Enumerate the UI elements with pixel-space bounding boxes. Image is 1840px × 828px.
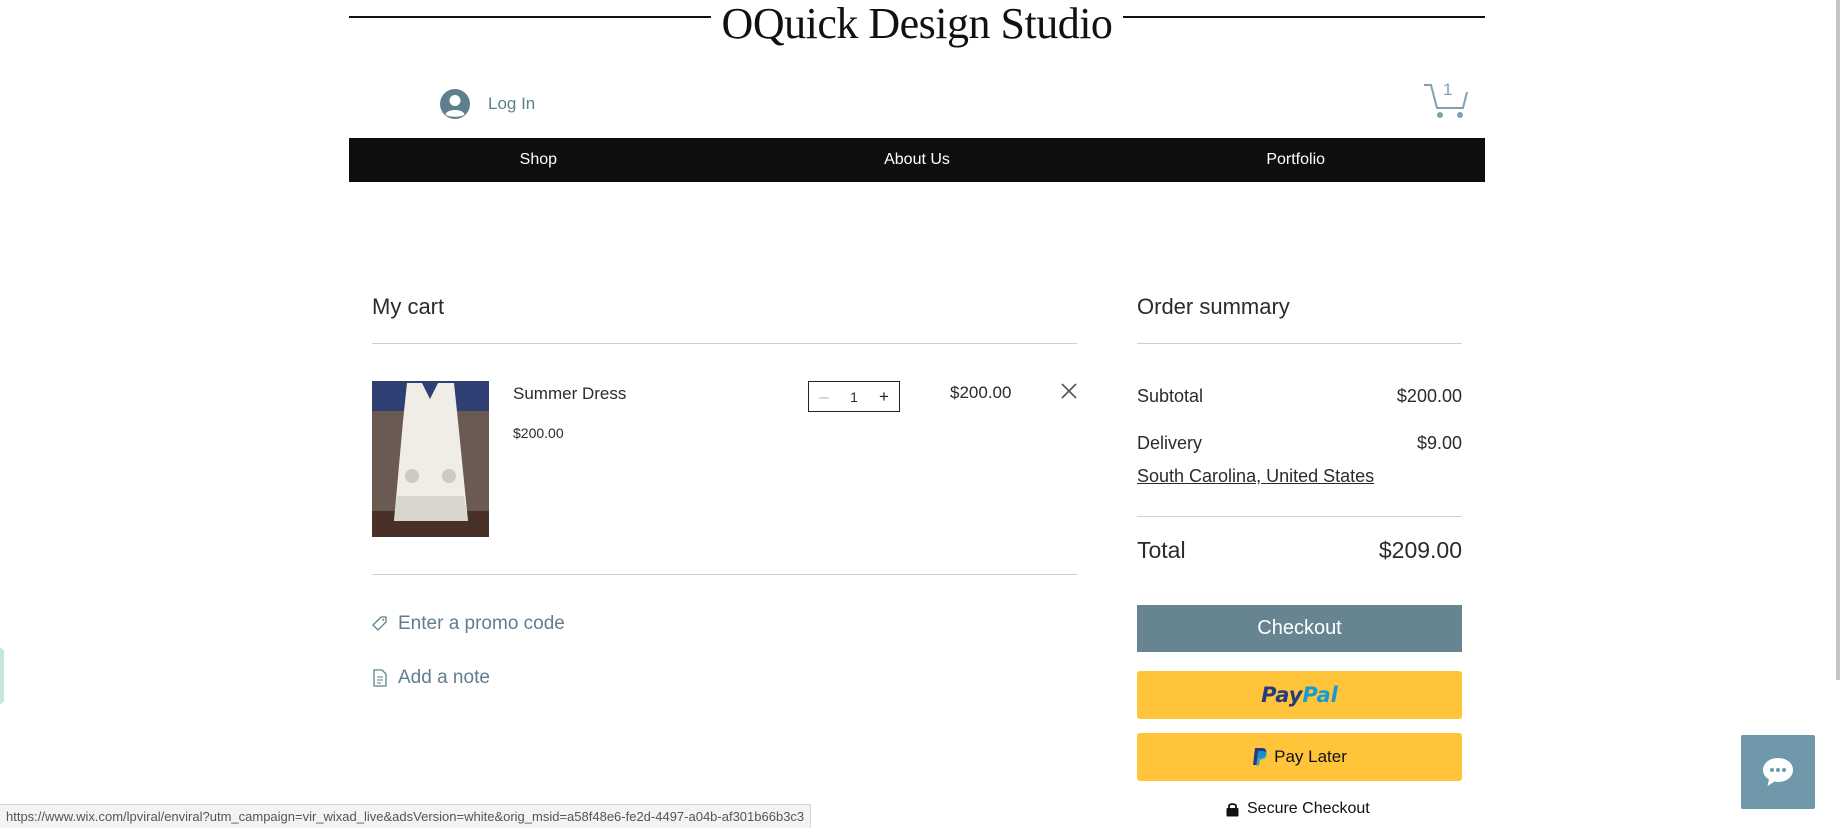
cart-divider-bottom bbox=[372, 574, 1077, 575]
subtotal-value: $200.00 bbox=[1396, 386, 1462, 406]
cart-divider-top bbox=[372, 343, 1077, 344]
promo-code-label: Enter a promo code bbox=[398, 613, 565, 634]
nav-item-shop[interactable]: Shop bbox=[349, 138, 728, 182]
login-button[interactable]: Log In bbox=[440, 88, 535, 120]
site-title[interactable]: OQuick Design Studio bbox=[711, 0, 1123, 49]
page-scrollbar[interactable] bbox=[1836, 0, 1840, 680]
chat-bubble-icon bbox=[1763, 758, 1793, 786]
side-widget-tab[interactable] bbox=[0, 648, 4, 704]
main-navigation: Shop About Us Portfolio bbox=[349, 138, 1485, 182]
promo-code-link[interactable]: Enter a promo code bbox=[372, 613, 565, 635]
browser-status-url: https://www.wix.com/lpviral/enviral?utm_… bbox=[0, 804, 812, 828]
title-divider-right bbox=[1123, 16, 1485, 18]
title-divider-left bbox=[349, 16, 711, 18]
tag-icon bbox=[372, 616, 387, 631]
product-unit-price: $200.00 bbox=[513, 425, 564, 441]
nav-item-portfolio[interactable]: Portfolio bbox=[1106, 138, 1485, 182]
checkout-label: Checkout bbox=[1257, 617, 1342, 639]
checkout-button[interactable]: Checkout bbox=[1137, 605, 1462, 652]
cart-page: OQuick Design Studio Log In 1 Shop About… bbox=[0, 0, 1840, 828]
white-dress-photo-icon bbox=[372, 381, 489, 537]
delivery-label: Delivery bbox=[1137, 433, 1203, 453]
add-note-link[interactable]: Add a note bbox=[372, 667, 490, 689]
increase-quantity-button[interactable]: + bbox=[875, 387, 893, 406]
close-icon[interactable] bbox=[1060, 382, 1078, 400]
nav-item-about-us[interactable]: About Us bbox=[728, 138, 1107, 182]
product-name[interactable]: Summer Dress bbox=[513, 384, 626, 404]
total-label: Total bbox=[1137, 537, 1186, 563]
order-summary-title: Order summary bbox=[1137, 294, 1290, 319]
summary-divider-bottom bbox=[1137, 516, 1462, 517]
delivery-location-link[interactable]: South Carolina, United States bbox=[1137, 466, 1374, 487]
secure-checkout: Secure Checkout bbox=[1226, 800, 1370, 818]
paypal-button[interactable]: Pay Pal bbox=[1137, 671, 1462, 719]
secure-checkout-label: Secure Checkout bbox=[1247, 800, 1370, 817]
subtotal-row: Subtotal $200.00 bbox=[1137, 386, 1462, 407]
quantity-stepper: – 1 + bbox=[808, 381, 900, 412]
paypal-logo-pay: Pay bbox=[1261, 683, 1303, 707]
pay-later-label: Pay Later bbox=[1274, 747, 1347, 766]
subtotal-label: Subtotal bbox=[1137, 386, 1204, 406]
add-note-label: Add a note bbox=[398, 667, 490, 688]
cart-count-badge: 1 bbox=[1443, 80, 1453, 99]
login-label: Log In bbox=[488, 94, 536, 113]
delivery-row: Delivery $9.00 bbox=[1137, 433, 1462, 454]
total-row: Total $209.00 bbox=[1137, 537, 1462, 564]
paypal-logo-pal: Pal bbox=[1302, 683, 1338, 707]
line-total: $200.00 bbox=[950, 383, 1012, 402]
paypal-p-icon bbox=[1253, 748, 1267, 766]
site-header: OQuick Design Studio bbox=[349, 0, 1485, 48]
summary-divider-top bbox=[1137, 343, 1462, 344]
lock-icon bbox=[1226, 802, 1239, 816]
product-image[interactable] bbox=[372, 381, 489, 537]
total-value: $209.00 bbox=[1378, 537, 1462, 563]
note-icon bbox=[373, 669, 387, 687]
delivery-value: $9.00 bbox=[1416, 433, 1462, 453]
cart-title: My cart bbox=[372, 294, 445, 319]
chat-button[interactable] bbox=[1741, 735, 1815, 809]
pay-later-button[interactable]: Pay Later bbox=[1137, 733, 1462, 781]
user-avatar-icon bbox=[440, 89, 470, 119]
quantity-value[interactable]: 1 bbox=[850, 389, 858, 405]
decrease-quantity-button[interactable]: – bbox=[815, 387, 833, 406]
